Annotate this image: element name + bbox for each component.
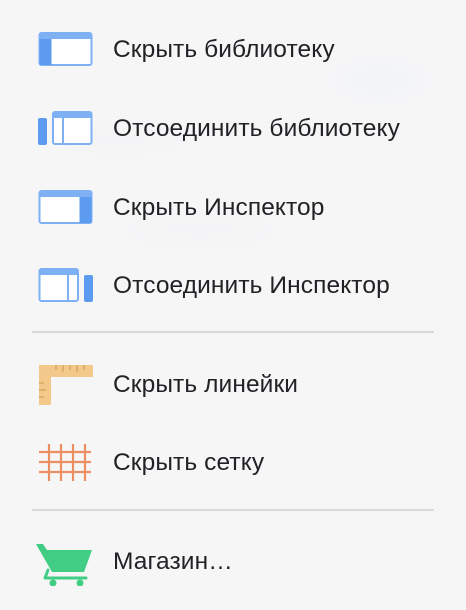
- detach-inspector-icon: [34, 266, 98, 306]
- library-panel-icon: [34, 30, 98, 70]
- menu-item-label: Магазин…: [113, 548, 233, 575]
- menu-item-hide-library[interactable]: Скрыть библиотеку: [0, 20, 466, 80]
- menu-item-label: Отсоединить Инспектор: [113, 272, 390, 299]
- menu-item-detach-inspector[interactable]: Отсоединить Инспектор: [0, 256, 466, 316]
- menu-item-hide-rulers[interactable]: Скрыть линейки: [0, 355, 466, 415]
- menu-item-label: Скрыть линейки: [113, 371, 299, 398]
- inspector-panel-icon: [34, 188, 98, 228]
- menu-item-store[interactable]: Магазин…: [0, 532, 466, 592]
- shopping-cart-icon: [34, 542, 98, 586]
- detach-library-icon: [34, 109, 98, 149]
- grid-icon: [34, 443, 98, 483]
- menu-item-label: Скрыть библиотеку: [113, 36, 335, 63]
- menu-item-label: Скрыть сетку: [113, 449, 265, 476]
- menu-item-label: Скрыть Инспектор: [113, 194, 325, 221]
- menu-item-label: Отсоединить библиотеку: [113, 115, 400, 142]
- ruler-icon: [34, 365, 98, 405]
- menu-item-hide-grid[interactable]: Скрыть сетку: [0, 433, 466, 493]
- menu-item-detach-library[interactable]: Отсоединить библиотеку: [0, 99, 466, 159]
- menu-separator: [32, 331, 434, 333]
- menu-separator: [32, 509, 434, 511]
- view-menu: Скрыть библиотеку Отсоединить библиотеку…: [0, 0, 466, 610]
- menu-item-hide-inspector[interactable]: Скрыть Инспектор: [0, 178, 466, 238]
